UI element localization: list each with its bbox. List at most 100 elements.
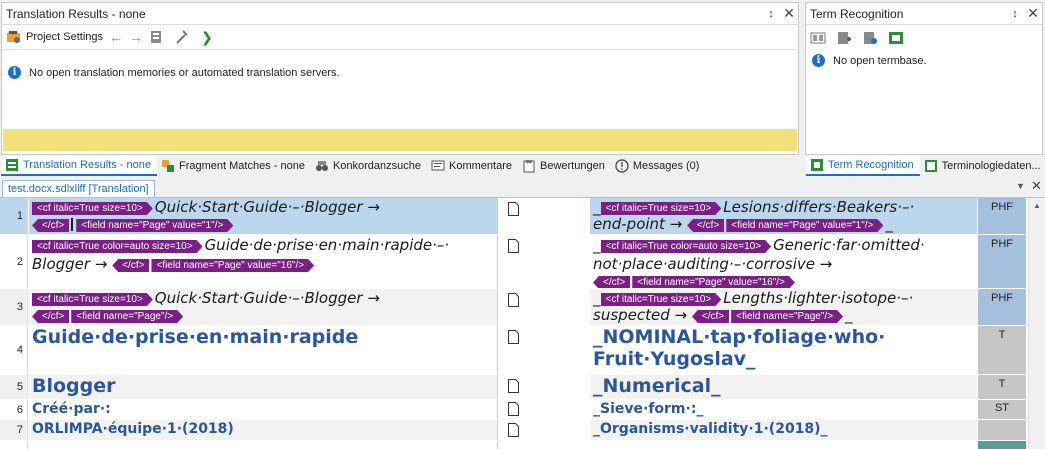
target-cell[interactable]: _ <cf italic=True size=10> Lesions·differs… <box>590 198 977 234</box>
target-prefix: _ <box>593 198 601 216</box>
tab-label: Kommentare <box>449 160 512 172</box>
close-icon[interactable]: ✕ <box>1024 5 1042 22</box>
source-cell[interactable]: Créé·par·: <box>29 400 498 419</box>
source-cell <box>29 441 498 449</box>
termbase-settings-icon[interactable] <box>888 30 908 46</box>
pin-icon[interactable]: ↕ <box>1006 8 1024 20</box>
tab-terminologiedaten[interactable]: Terminologiedaten... <box>920 156 1041 176</box>
segment-row[interactable]: 3 <cf italic=True size=10> Quick·Start·Gu… <box>0 289 1045 325</box>
segment-number: 3 <box>0 289 28 325</box>
tag-open[interactable]: <cf italic=True color=auto size=10> <box>32 240 203 253</box>
segment-row[interactable]: 1 <cf italic=True size=10> Quick·Start·Gu… <box>0 198 1045 234</box>
tag-open[interactable]: <cf italic=True size=10> <box>32 202 153 215</box>
term-recognition-icon <box>811 159 823 171</box>
tab-term-recognition[interactable]: Term Recognition <box>806 156 920 176</box>
translation-results-icon <box>6 159 18 171</box>
tag-field[interactable]: <field name="Page"/> <box>71 310 183 323</box>
tab-bewertungen[interactable]: Bewertungen <box>518 156 611 176</box>
tag-close[interactable]: </cf> <box>593 276 631 288</box>
fragment-matches-icon <box>162 160 174 172</box>
pin-icon[interactable]: ↕ <box>762 8 780 20</box>
target-suffix: _ <box>796 272 805 288</box>
target-cell[interactable]: _NOMINAL·tap·foliage·who· Fruit·Yugoslav… <box>590 326 977 374</box>
document-status-cell <box>498 375 528 393</box>
target-cell[interactable]: _ <cf italic=True color=auto size=10> Gene… <box>590 235 977 288</box>
vertical-scrollbar[interactable]: ▲ <box>1028 198 1045 449</box>
close-document-icon[interactable]: ✕ <box>1031 178 1042 194</box>
tab-konkordanzsuche[interactable]: Konkordanzsuche <box>311 156 427 176</box>
tab-kommentare[interactable]: Kommentare <box>427 156 518 176</box>
project-settings-button[interactable]: Project Settings <box>6 29 103 45</box>
add-term-icon[interactable] <box>836 30 856 46</box>
scroll-up-icon[interactable]: ▲ <box>1029 201 1045 210</box>
segment-row[interactable]: 7 ORLIMPA·équipe·1·(2018) _Organisms·val… <box>0 420 1045 440</box>
target-text-cont: end-point → <box>593 215 683 233</box>
tag-open[interactable]: <cf italic=True size=10> <box>32 293 153 306</box>
tag-open[interactable]: <cf italic=True size=10> <box>601 293 722 306</box>
tag-field[interactable]: <field name="Page" value="16"/> <box>632 276 795 288</box>
source-cell[interactable]: <cf italic=True color=auto size=10> Guide… <box>29 235 498 288</box>
project-settings-label: Project Settings <box>26 31 104 43</box>
tag-field[interactable]: <field name="Page" value="1"/> <box>726 219 883 232</box>
target-cell[interactable]: _ <cf italic=True size=10> Lengths·lighter… <box>590 289 977 325</box>
source-text: ORLIMPA·équipe·1·(2018) <box>32 421 234 437</box>
target-cell[interactable]: _Numerical_ <box>590 375 977 399</box>
tm-settings-icon[interactable] <box>149 29 169 45</box>
edit-term-icon[interactable] <box>862 30 882 46</box>
source-cell[interactable]: Blogger <box>29 375 498 399</box>
tag-field[interactable]: <field name="Page" value="16"/> <box>151 259 314 272</box>
clipboard-icon <box>523 160 535 173</box>
tab-messages[interactable]: Messages (0) <box>611 156 706 176</box>
document-icon <box>507 423 519 437</box>
tag-open[interactable]: <cf italic=True color=auto size=10> <box>601 240 772 253</box>
tag-close[interactable]: </cf> <box>32 310 70 323</box>
tab-fragment-matches[interactable]: Fragment Matches - none <box>157 156 311 176</box>
tag-field[interactable]: <field name="Page" value="1"/> <box>76 219 233 232</box>
term-tabstrip: Term Recognition Terminologiedaten... <box>806 156 1044 176</box>
target-text: _Numerical_ <box>593 375 721 397</box>
target-cell[interactable]: _Sieve·form·:_ <box>590 400 977 419</box>
tag-open[interactable]: <cf italic=True size=10> <box>601 202 722 215</box>
translation-results-title-bar: Translation Results - none ↕ ✕ <box>2 3 798 25</box>
source-cell[interactable]: <cf italic=True size=10> Quick·Start·Guid… <box>29 198 498 234</box>
editor-document-tab[interactable]: test.docx.sdlxliff [Translation] <box>2 180 155 198</box>
segment-row[interactable]: 4 Guide·de·prise·en·main·rapide _NOMINAL… <box>0 326 1045 374</box>
target-cell[interactable]: _Organisms·validity·1·(2018)_ <box>590 420 977 440</box>
term-recognition-info: i No open termbase. <box>806 50 1042 71</box>
comment-icon <box>431 160 445 171</box>
close-icon[interactable]: ✕ <box>780 5 798 22</box>
run-icon[interactable]: ❯ <box>201 29 213 46</box>
source-cell[interactable]: <cf italic=True size=10> Quick·Start·Guid… <box>29 289 498 325</box>
tools-icon[interactable] <box>175 29 195 45</box>
tag-close[interactable]: </cf> <box>112 259 150 272</box>
tab-label: Translation Results - none <box>23 159 151 171</box>
forward-arrow-icon[interactable]: → <box>129 29 143 45</box>
source-text: Quick·Start·Guide·–·Blogger → <box>154 198 380 216</box>
tag-close[interactable]: </cf> <box>691 310 730 323</box>
tag-close[interactable]: </cf> <box>687 219 725 232</box>
source-text: Créé·par·: <box>32 401 111 417</box>
source-cell[interactable]: ORLIMPA·équipe·1·(2018) <box>29 420 498 440</box>
termbase-search-icon[interactable] <box>810 30 830 46</box>
tab-label: Bewertungen <box>540 160 605 172</box>
document-status-cell <box>498 235 528 253</box>
source-cell[interactable]: Guide·de·prise·en·main·rapide <box>29 326 498 374</box>
tab-label: Term Recognition <box>828 159 914 171</box>
tab-label: Konkordanzsuche <box>332 160 422 172</box>
source-text: Quick·Start·Guide·–·Blogger → <box>154 289 380 307</box>
segment-row[interactable]: 5 Blogger _Numerical_ T <box>0 375 1045 399</box>
highlight-bar <box>3 129 797 151</box>
back-arrow-icon[interactable]: ← <box>109 29 123 45</box>
results-tabstrip: Translation Results - none Fragment Matc… <box>1 156 801 176</box>
tag-field[interactable]: <field name="Page"/> <box>731 310 843 323</box>
document-icon <box>507 239 519 253</box>
translation-results-toolbar: Project Settings ← → ❯ <box>2 25 798 50</box>
segment-row[interactable]: 2 <cf italic=True color=auto size=10> Gui… <box>0 235 1045 288</box>
source-text: Guide·de·prise·en·main·rapide·–· <box>204 236 450 254</box>
segment-row[interactable]: 6 Créé·par·: _Sieve·form·:_ ST <box>0 400 1045 419</box>
translation-results-panel: Translation Results - none ↕ ✕ Project S… <box>1 2 799 155</box>
tag-close[interactable]: </cf> <box>32 219 70 232</box>
dropdown-arrow-icon[interactable]: ▼ <box>1016 181 1025 191</box>
binoculars-icon <box>315 161 328 171</box>
tab-translation-results[interactable]: Translation Results - none <box>1 156 157 176</box>
